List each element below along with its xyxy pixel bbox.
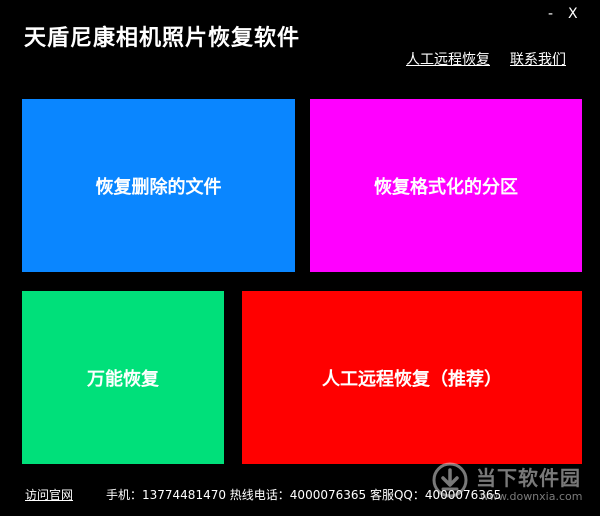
watermark: 当下软件园 www.downxia.com — [432, 462, 592, 510]
manual-remote-recovery-tile[interactable]: 人工远程恢复（推荐） — [242, 291, 582, 464]
tile-label: 人工远程恢复（推荐） — [322, 368, 502, 390]
app-window: 天盾尼康相机照片恢复软件 - X 人工远程恢复 联系我们 恢复删除的文件 恢复格… — [0, 0, 600, 516]
tile-label: 恢复删除的文件 — [95, 176, 222, 198]
watermark-name: 当下软件园 — [476, 466, 581, 490]
visit-website-link[interactable]: 访问官网 — [25, 486, 73, 503]
app-title: 天盾尼康相机照片恢复软件 — [24, 25, 301, 51]
tile-label: 万能恢复 — [87, 368, 159, 390]
watermark-url: www.downxia.com — [480, 490, 583, 503]
close-button[interactable]: X — [568, 6, 578, 22]
tile-label: 恢复格式化的分区 — [374, 176, 518, 198]
minimize-button[interactable]: - — [548, 6, 553, 22]
universal-recovery-tile[interactable]: 万能恢复 — [22, 291, 224, 464]
remote-recovery-link[interactable]: 人工远程恢复 — [406, 49, 490, 69]
contact-us-link[interactable]: 联系我们 — [510, 49, 566, 69]
recover-deleted-files-tile[interactable]: 恢复删除的文件 — [22, 99, 295, 272]
recover-formatted-partition-tile[interactable]: 恢复格式化的分区 — [310, 99, 582, 272]
download-arrow-icon — [432, 462, 468, 498]
